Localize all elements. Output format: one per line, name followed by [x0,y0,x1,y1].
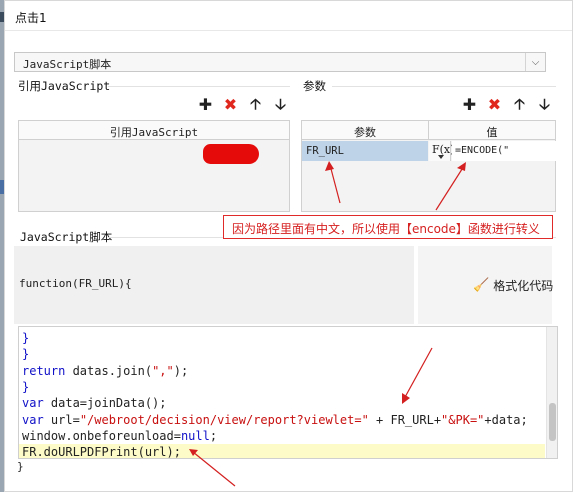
code-line: var data=joinData(); [22,395,167,411]
code-line: } [22,346,29,362]
annotation-text: 因为路径里面有中文，所以使用【encode】函数进行转义 [232,222,540,236]
code-token: } [22,379,30,394]
code-token: datas.join( [65,363,153,378]
code-token: var [22,412,44,427]
code-token: ); [173,363,189,378]
broom-icon: 🧹 [473,278,490,293]
annotation-note: 因为路径里面有中文，所以使用【encode】函数进行转义 [223,215,553,239]
params-grid[interactable]: 参数 值 FR_URL F(x) =ENCODE(" [301,120,556,212]
ref-js-toolbar: ✚ ✖ 🡡 🡣 [197,96,289,113]
ref-js-section-label: 引用JavaScript [18,79,111,93]
dialog-title: 点击1 [15,11,47,25]
code-token: } [22,347,30,362]
code-token: return [22,363,66,378]
column-header-param: 参数 [354,126,376,139]
code-token: var [22,396,44,411]
script-section-label: JavaScript脚本 [20,230,113,244]
delete-icon[interactable]: ✖ [486,96,503,113]
scrollbar-thumb[interactable] [549,403,556,441]
code-line: } [22,330,29,346]
redaction-mark [203,144,259,164]
delete-icon[interactable]: ✖ [222,96,239,113]
divider [108,86,290,87]
code-token: FR.doURLPDFPrint(url); [22,445,181,459]
column-header-value: 值 [486,126,498,139]
title-bar: 点击1 [5,1,572,31]
param-name-text: FR_URL [306,145,344,157]
formula-icon[interactable]: F(x) [429,141,454,161]
params-grid-header: 参数 值 [302,121,555,140]
code-token: null [180,428,210,443]
param-value-text: =ENCODE(" [455,145,510,156]
editor-scrollbar[interactable] [546,327,557,458]
add-icon[interactable]: ✚ [461,96,478,113]
code-token: "," [152,363,174,378]
function-signature: function(FR_URL){ [19,277,132,290]
script-type-value: JavaScript脚本 [23,58,112,71]
code-token: window.onbeforeunload= [22,428,181,443]
code-token: } [22,331,30,345]
code-token: ; [209,428,218,443]
code-token: +data; [484,412,528,427]
code-editor[interactable]: }} return datas.join(",");} var data=joinD… [18,326,558,459]
code-line: return datas.join(","); [22,363,188,379]
code-line: } [22,379,29,395]
column-header: 引用JavaScript [109,126,199,139]
code-token: url= [43,412,80,427]
format-code-label: 格式化代码 [493,279,554,293]
param-name-cell[interactable]: FR_URL [302,141,428,161]
ref-js-grid[interactable]: 引用JavaScript [18,120,290,212]
divider [332,86,556,87]
arrow-up-icon[interactable]: 🡡 [511,96,528,113]
chevron-down-icon[interactable]: ⌵ [525,53,545,71]
params-section-label: 参数 [303,79,326,93]
code-token: "&PK=" [441,412,485,427]
arrow-down-icon[interactable]: 🡣 [536,96,553,113]
code-line: FR.doURLPDFPrint(url); [19,444,545,459]
add-icon[interactable]: ✚ [197,96,214,113]
code-token: "/webroot/decision/view/report?viewlet=" [79,412,369,427]
arrow-up-icon[interactable]: 🡡 [247,96,264,113]
param-value-cell[interactable]: =ENCODE(" [452,141,556,161]
params-toolbar: ✚ ✖ 🡡 🡣 [461,96,553,113]
code-line: var url="/webroot/decision/view/report?v… [22,412,528,428]
arrow-down-icon[interactable]: 🡣 [272,96,289,113]
function-closing-brace: } [17,460,24,473]
code-token: + FR_URL+ [368,412,442,427]
code-line: window.onbeforeunload=null; [22,428,217,444]
code-token: data=joinData(); [43,396,167,411]
script-type-select[interactable]: JavaScript脚本 ⌵ [14,52,546,72]
format-code-button[interactable]: 🧹 格式化代码 [473,277,553,294]
ref-js-grid-header: 引用JavaScript [19,121,289,140]
